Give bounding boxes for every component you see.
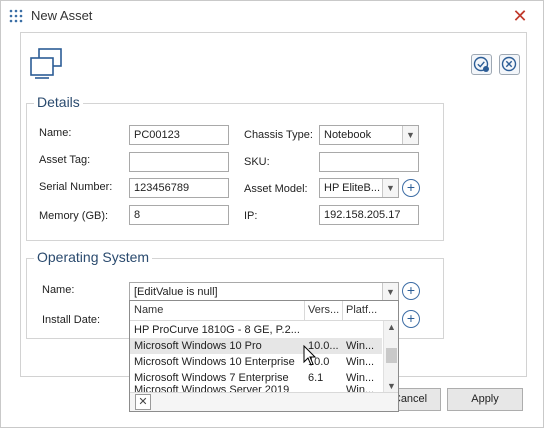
ip-label: IP: <box>244 210 258 222</box>
plus-icon: + <box>406 310 416 326</box>
row-platform: Win... <box>346 372 375 384</box>
chevron-down-icon[interactable]: ▼ <box>382 179 398 197</box>
chevron-down-icon[interactable]: ▼ <box>382 283 398 301</box>
sku-field[interactable] <box>319 152 419 172</box>
row-version: 6.1 <box>308 372 324 384</box>
column-divider <box>342 301 343 321</box>
list-item[interactable]: Microsoft Windows 10 Enterprise 10.0 Win… <box>130 354 382 370</box>
add-os-button[interactable]: + <box>402 282 420 300</box>
memory-field[interactable]: 8 <box>129 205 229 225</box>
cancel-circle-icon <box>501 56 517 72</box>
list-item[interactable]: HP ProCurve 1810G - 8 GE, P.2.... <box>130 322 382 338</box>
asset-tag-field[interactable] <box>129 152 229 172</box>
row-name: Microsoft Windows 10 Enterprise <box>134 356 295 368</box>
add-asset-model-button[interactable]: + <box>402 179 420 197</box>
apply-button[interactable]: Apply <box>447 388 523 411</box>
window-close-button[interactable]: ✕ <box>509 5 531 27</box>
plus-icon: + <box>406 282 416 298</box>
row-name: HP ProCurve 1810G - 8 GE, P.2.... <box>134 324 300 336</box>
column-header-platform[interactable]: Platf... <box>346 304 382 316</box>
asset-model-label: Asset Model: <box>244 183 308 195</box>
chassis-type-select[interactable]: Notebook ▼ <box>319 125 419 145</box>
chevron-down-icon[interactable]: ▼ <box>402 126 418 144</box>
list-item[interactable]: Microsoft Windows 10 Pro 10.0... Win... <box>130 338 382 354</box>
row-name: Microsoft Windows 10 Pro <box>134 340 262 352</box>
install-date-label: Install Date: <box>42 314 101 326</box>
details-title: Details <box>34 94 83 110</box>
popup-close-button[interactable]: ✕ <box>135 394 151 410</box>
serial-number-label: Serial Number: <box>39 181 113 193</box>
name-label: Name: <box>39 127 72 139</box>
os-name-value: [EditValue is null] <box>134 286 218 298</box>
row-platform: Win... <box>346 384 375 392</box>
row-platform: Win... <box>346 340 375 352</box>
name-field[interactable]: PC00123 <box>129 125 229 145</box>
serial-number-field[interactable]: 123456789 <box>129 178 229 198</box>
os-lookup-popup: Name Vers... Platf... HP ProCurve 1810G … <box>129 300 399 412</box>
asset-model-value: HP EliteB... <box>324 182 381 194</box>
column-header-version[interactable]: Vers... <box>308 304 342 316</box>
grid-header: Name Vers... Platf... <box>130 301 398 321</box>
chevron-up-icon[interactable]: ▲ <box>384 321 399 333</box>
chassis-type-value: Notebook <box>324 129 372 141</box>
os-name-label: Name: <box>42 284 75 296</box>
row-name: Microsoft Windows Server 2019 <box>134 384 290 392</box>
plus-icon: + <box>406 179 416 195</box>
mouse-cursor-icon <box>303 345 317 366</box>
window-title: New Asset <box>31 8 93 23</box>
memory-label: Memory (GB): <box>39 210 109 222</box>
os-name-select[interactable]: [EditValue is null] ▼ <box>129 282 399 302</box>
popup-footer: ✕ <box>130 392 398 411</box>
ip-field[interactable]: 192.158.205.17 <box>319 205 419 225</box>
column-header-name[interactable]: Name <box>134 304 300 316</box>
save-new-button[interactable] <box>471 54 492 75</box>
monitors-icon <box>30 48 62 79</box>
cancel-round-button[interactable] <box>499 54 520 75</box>
sku-label: SKU: <box>244 156 270 168</box>
close-icon: ✕ <box>138 396 148 408</box>
row-platform: Win... <box>346 356 375 368</box>
chevron-down-icon[interactable]: ▼ <box>384 380 399 392</box>
app-dots-icon <box>9 9 23 23</box>
title-bar: New Asset ✕ <box>1 1 543 31</box>
asset-model-select[interactable]: HP EliteB... ▼ <box>319 178 399 198</box>
close-icon: ✕ <box>512 6 528 26</box>
vertical-scrollbar[interactable]: ▲ ▼ <box>383 321 398 392</box>
operating-system-title: Operating System <box>34 249 153 265</box>
scrollbar-thumb[interactable] <box>386 348 397 363</box>
row-name: Microsoft Windows 7 Enterprise <box>134 372 289 384</box>
new-asset-window: New Asset ✕ Details Name: PC00123 Asset … <box>0 0 544 428</box>
chassis-type-label: Chassis Type: <box>244 129 313 141</box>
list-item[interactable]: Microsoft Windows Server 2019 Win... <box>130 384 382 392</box>
asset-tag-label: Asset Tag: <box>39 154 91 166</box>
add-install-date-button[interactable]: + <box>402 310 420 328</box>
save-check-icon <box>473 56 489 72</box>
column-divider <box>304 301 305 321</box>
